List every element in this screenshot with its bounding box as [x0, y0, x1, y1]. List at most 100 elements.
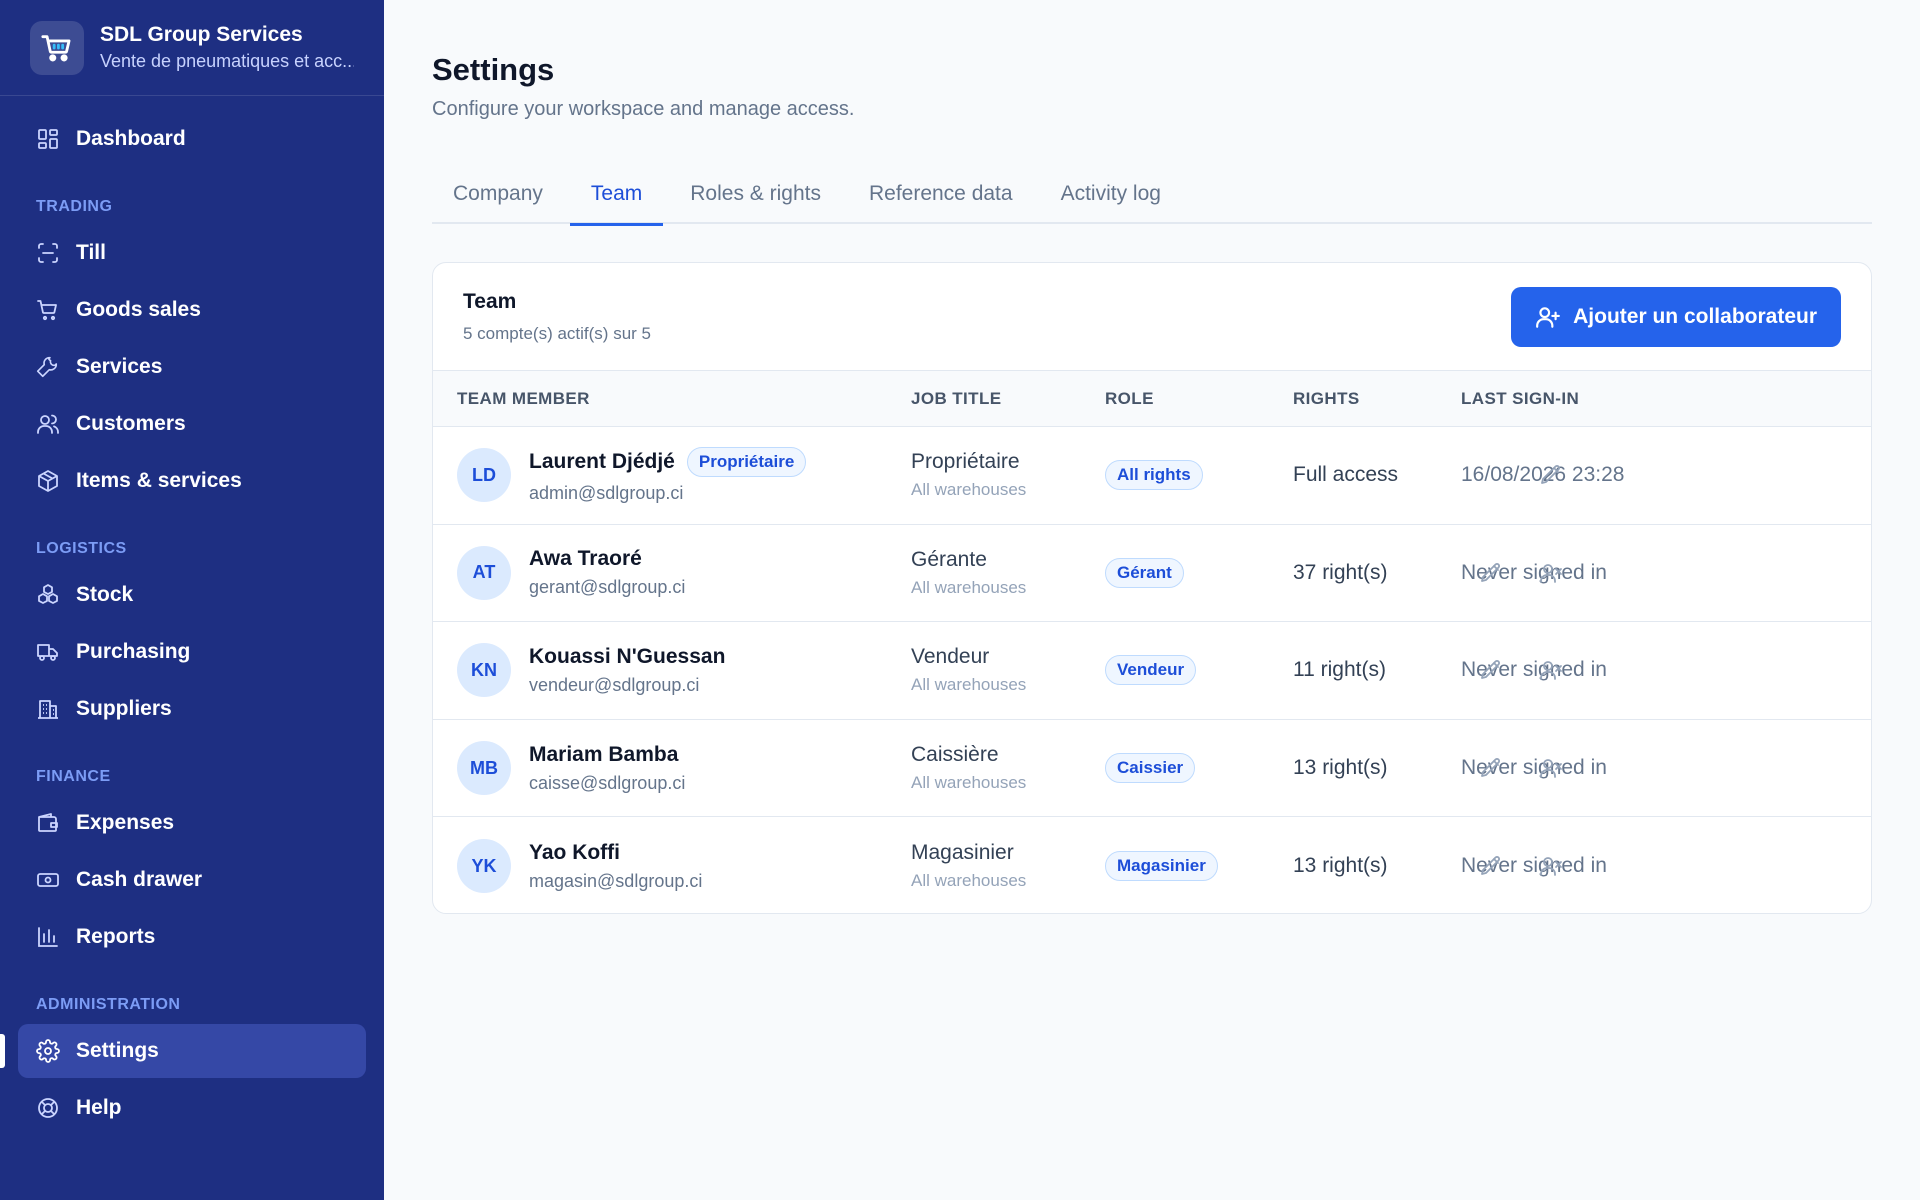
sidebar-item-label: Stock	[76, 583, 134, 606]
avatar: KN	[457, 643, 511, 698]
sidebar-item-label: Help	[76, 1096, 122, 1119]
sidebar-item-services[interactable]: Services	[18, 340, 366, 394]
pencil-icon	[1481, 660, 1500, 680]
user-x-icon	[1540, 857, 1562, 877]
sidebar-item-help[interactable]: Help	[18, 1081, 366, 1135]
brand-header: SDL Group Services Vente de pneumatiques…	[0, 0, 384, 96]
sidebar: SDL Group Services Vente de pneumatiques…	[0, 0, 384, 1200]
sidebar-item-purchasing[interactable]: Purchasing	[18, 625, 366, 679]
main-content: Settings Configure your workspace and ma…	[384, 0, 1920, 1200]
member-name: Awa Traoré	[529, 547, 642, 571]
tab-reference-data[interactable]: Reference data	[848, 170, 1034, 224]
cart-logo-icon	[30, 20, 84, 75]
table-row: LD Laurent Djédjé Propriétaire admin@sdl…	[433, 427, 1871, 525]
user-x-icon	[1540, 563, 1562, 583]
member-email: caisse@sdlgroup.ci	[529, 772, 686, 793]
member-name: Kouassi N'Guessan	[529, 644, 726, 668]
page-subtitle: Configure your workspace and manage acce…	[432, 98, 855, 120]
sidebar-item-label: Customers	[76, 412, 186, 435]
sidebar-item-stock[interactable]: Stock	[18, 568, 366, 622]
user-x-icon	[1540, 759, 1562, 778]
col-role: ROLE	[1105, 389, 1154, 408]
table-row: KN Kouassi N'Guessan vendeur@sdlgroup.ci…	[433, 622, 1871, 720]
sidebar-item-suppliers[interactable]: Suppliers	[18, 682, 366, 736]
team-card-header: Team 5 compte(s) actif(s) sur 5 Ajouter …	[433, 263, 1871, 371]
pencil-icon	[1481, 758, 1500, 777]
dashboard-icon	[38, 129, 58, 149]
box-icon	[38, 470, 58, 492]
edit-member-button[interactable]	[1473, 750, 1509, 786]
settings-tabs: Company Team Roles & rights Reference da…	[432, 170, 1872, 226]
sidebar-item-customers[interactable]: Customers	[18, 397, 366, 451]
col-rights: RIGHTS	[1293, 389, 1360, 408]
rights-count: 37 right(s)	[1293, 560, 1388, 584]
deactivate-member-button[interactable]	[1533, 848, 1569, 884]
pencil-icon	[1541, 465, 1560, 485]
banknote-icon	[37, 873, 59, 887]
user-plus-icon	[1536, 306, 1561, 328]
section-finance: FINANCE	[36, 768, 111, 785]
scan-icon	[38, 243, 58, 263]
sidebar-item-label: Expenses	[76, 811, 175, 834]
tab-team[interactable]: Team	[569, 170, 664, 226]
sidebar-item-till[interactable]: Till	[18, 226, 366, 280]
role-badge: Vendeur	[1105, 655, 1197, 686]
section-administration: ADMINISTRATION	[36, 996, 181, 1013]
job-scope: All warehouses	[911, 480, 1027, 500]
sidebar-item-label: Cash drawer	[76, 868, 203, 891]
sidebar-item-dashboard[interactable]: Dashboard	[18, 112, 366, 166]
tab-roles-rights[interactable]: Roles & rights	[669, 170, 842, 224]
edit-member-button[interactable]	[1473, 555, 1509, 591]
job-title: Vendeur	[911, 645, 990, 669]
job-title: Magasinier	[911, 841, 1014, 865]
gear-icon	[36, 1039, 60, 1063]
add-collaborator-button[interactable]: Ajouter un collaborateur	[1511, 286, 1841, 347]
col-job-title: JOB TITLE	[911, 389, 1002, 408]
deactivate-member-button[interactable]	[1533, 555, 1569, 591]
member-name: Mariam Bamba	[529, 742, 679, 766]
tab-activity-log[interactable]: Activity log	[1040, 170, 1182, 224]
deactivate-member-button[interactable]	[1533, 750, 1569, 786]
pencil-icon	[1481, 856, 1500, 876]
member-email: vendeur@sdlgroup.ci	[529, 674, 700, 695]
team-table-body: LD Laurent Djédjé Propriétaire admin@sdl…	[433, 427, 1871, 913]
sidebar-item-goods-sales[interactable]: Goods sales	[18, 283, 366, 337]
team-card: Team 5 compte(s) actif(s) sur 5 Ajouter …	[432, 262, 1872, 914]
sidebar-item-cash-drawer[interactable]: Cash drawer	[18, 853, 366, 907]
deactivate-member-button[interactable]	[1533, 652, 1569, 688]
team-card-title: Team	[463, 289, 517, 313]
job-title: Gérante	[911, 547, 987, 571]
pencil-icon	[1481, 562, 1500, 582]
users-icon	[37, 414, 59, 434]
tab-company[interactable]: Company	[432, 170, 564, 224]
table-row: AT Awa Traoré gerant@sdlgroup.ci Gérante…	[433, 525, 1871, 623]
lifebuoy-icon	[38, 1098, 58, 1118]
building-icon	[38, 700, 58, 719]
sidebar-item-expenses[interactable]: Expenses	[18, 796, 366, 850]
sidebar-item-items-services[interactable]: Items & services	[18, 454, 366, 508]
sidebar-item-label: Settings	[76, 1039, 159, 1062]
sidebar-nav: Dashboard TRADING Till Goods sales Servi…	[0, 96, 384, 1135]
edit-member-button[interactable]	[1473, 652, 1509, 688]
member-email: admin@sdlgroup.ci	[529, 482, 684, 503]
col-team-member: TEAM MEMBER	[457, 389, 590, 408]
page-title: Settings	[432, 52, 555, 87]
sidebar-item-settings[interactable]: Settings	[0, 1024, 366, 1078]
sidebar-item-label: Suppliers	[76, 697, 172, 720]
job-title: Caissière	[911, 743, 999, 767]
sidebar-item-reports[interactable]: Reports	[18, 910, 366, 964]
rights-count: 13 right(s)	[1293, 854, 1388, 878]
section-trading: TRADING	[36, 198, 113, 215]
job-scope: All warehouses	[911, 675, 1027, 695]
rights-count: Full access	[1293, 463, 1399, 487]
edit-member-button[interactable]	[1533, 457, 1569, 493]
cart-icon	[37, 300, 57, 321]
avatar: LD	[457, 448, 511, 503]
member-email: gerant@sdlgroup.ci	[529, 577, 686, 598]
role-badge: All rights	[1105, 460, 1203, 491]
brand-name: SDL Group Services	[100, 23, 303, 46]
sidebar-item-label: Purchasing	[76, 640, 191, 663]
member-name: Yao Koffi	[529, 840, 621, 864]
avatar: AT	[457, 545, 511, 600]
edit-member-button[interactable]	[1473, 848, 1509, 884]
